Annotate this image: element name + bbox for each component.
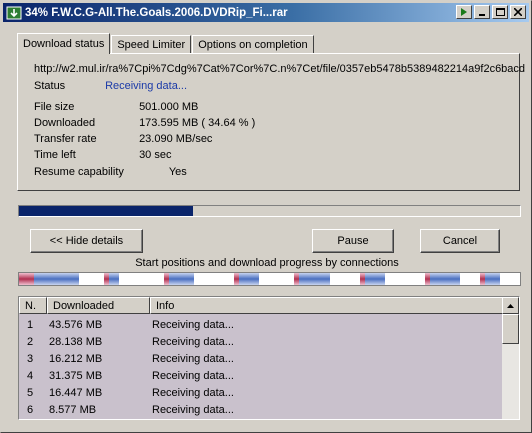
downloaded-label: Downloaded (34, 117, 96, 129)
row-number: 4 (27, 369, 34, 382)
time-left-label: Time left (34, 149, 76, 161)
row-info: Receiving data... (152, 403, 234, 416)
connection-segment (169, 273, 195, 285)
row-number: 6 (27, 403, 34, 416)
table-row[interactable]: 6 8.577 MB Receiving data... (19, 401, 503, 418)
row-downloaded: 16.212 MB (49, 352, 103, 365)
row-downloaded: 28.138 MB (49, 335, 103, 348)
download-app-icon (6, 5, 22, 21)
connection-segment (79, 273, 105, 285)
download-status-panel: http://w2.mul.ir/ra%7Cpi%7Cdg%7Cat%7Cor%… (17, 53, 525, 191)
row-downloaded: 16.447 MB (49, 386, 103, 399)
transfer-rate-value: 23.090 MB/sec (139, 133, 213, 145)
row-downloaded: 8.577 MB (49, 403, 97, 416)
connections-label: Start positions and download progress by… (135, 257, 399, 269)
column-header-number[interactable]: N. (19, 297, 47, 314)
table-row[interactable]: 4 31.375 MB Receiving data... (19, 367, 503, 384)
connection-segment (499, 273, 520, 285)
downloaded-row: Downloaded 173.595 MB ( 34.64 % ) (34, 117, 255, 129)
resume-label: Resume capability (34, 166, 124, 178)
list-scrollbar[interactable] (502, 297, 519, 419)
connection-segment (384, 273, 425, 285)
connection-segment (329, 273, 360, 285)
download-url: http://w2.mul.ir/ra%7Cpi%7Cdg%7Cat%7Cor%… (34, 63, 526, 75)
connection-segment (34, 273, 80, 285)
close-button[interactable] (510, 5, 526, 19)
pause-button[interactable]: Pause (312, 229, 394, 253)
row-info: Receiving data... (152, 335, 234, 348)
connection-segment (239, 273, 260, 285)
connection-segment (429, 273, 460, 285)
connection-segment (19, 273, 35, 285)
time-left-value: 30 sec (139, 149, 172, 161)
connections-progress-bar (18, 272, 521, 286)
row-info: Receiving data... (152, 352, 234, 365)
downloaded-value: 173.595 MB ( 34.64 % ) (139, 117, 256, 129)
table-row[interactable]: 5 16.447 MB Receiving data... (19, 384, 503, 401)
tab-options-on-completion[interactable]: Options on completion (192, 35, 314, 53)
download-progress-bar (18, 205, 521, 217)
connection-segment (109, 273, 120, 285)
connections-list: N. Downloaded Info 1 43.576 MB Receiving… (18, 296, 520, 420)
transfer-rate-label: Transfer rate (34, 133, 97, 145)
row-downloaded: 31.375 MB (49, 369, 103, 382)
connection-segment (119, 273, 165, 285)
table-row[interactable]: 1 43.576 MB Receiving data... (19, 316, 503, 333)
tab-download-status[interactable]: Download status (17, 33, 111, 54)
file-size-value: 501.000 MB (139, 101, 199, 113)
scroll-up-icon[interactable] (502, 297, 519, 314)
maximize-button[interactable] (492, 5, 508, 19)
list-header: N. Downloaded Info (19, 297, 503, 314)
connection-segment (194, 273, 235, 285)
play-icon[interactable] (456, 5, 472, 19)
hide-details-button[interactable]: << Hide details (30, 229, 143, 253)
connection-segment (364, 273, 385, 285)
row-info: Receiving data... (152, 386, 234, 399)
row-info: Receiving data... (152, 369, 234, 382)
window-title: 34% F.W.C.G-All.The.Goals.2006.DVDRip_Fi… (25, 6, 288, 19)
title-bar[interactable]: 34% F.W.C.G-All.The.Goals.2006.DVDRip_Fi… (3, 3, 529, 22)
connection-segment (484, 273, 500, 285)
row-number: 2 (27, 335, 34, 348)
row-downloaded: 43.576 MB (49, 318, 103, 331)
connection-segment (459, 273, 480, 285)
download-window: 34% F.W.C.G-All.The.Goals.2006.DVDRip_Fi… (0, 0, 532, 433)
scroll-thumb[interactable] (502, 314, 519, 344)
connection-segment (299, 273, 330, 285)
time-left-row: Time left 30 sec (34, 149, 171, 161)
status-value: Receiving data... (105, 80, 187, 92)
resume-row: Resume capability Yes (34, 166, 187, 178)
row-number: 3 (27, 352, 34, 365)
resume-value: Yes (168, 166, 187, 178)
status-row: Status Receiving data... (34, 80, 187, 92)
status-label: Status (34, 80, 66, 92)
table-row[interactable]: 2 28.138 MB Receiving data... (19, 333, 503, 350)
file-size-label: File size (34, 101, 75, 113)
row-number: 5 (27, 386, 34, 399)
tab-speed-limiter[interactable]: Speed Limiter (111, 35, 192, 53)
row-info: Receiving data... (152, 318, 234, 331)
row-number: 1 (27, 318, 34, 331)
connection-segment (259, 273, 295, 285)
column-header-downloaded[interactable]: Downloaded (47, 297, 150, 314)
cancel-button[interactable]: Cancel (420, 229, 500, 253)
minimize-button[interactable] (474, 5, 490, 19)
table-row[interactable]: 3 16.212 MB Receiving data... (19, 350, 503, 367)
column-header-info[interactable]: Info (150, 297, 503, 314)
progress-fill (19, 206, 193, 216)
file-size-row: File size 501.000 MB (34, 101, 198, 113)
transfer-rate-row: Transfer rate 23.090 MB/sec (34, 133, 212, 145)
tab-strip: Download status Speed Limiter Options on… (17, 32, 315, 54)
